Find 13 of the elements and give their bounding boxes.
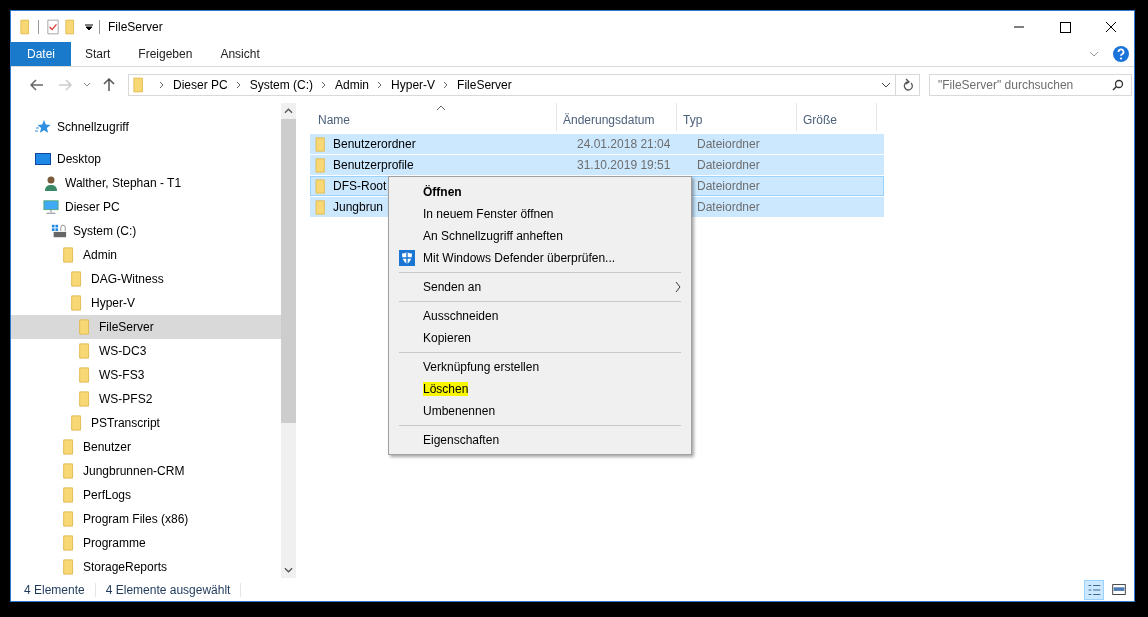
status-text: 4 Elemente (24, 582, 96, 597)
type-cell: Dateiordner (697, 200, 760, 214)
file-name: Benutzerordner (333, 137, 416, 151)
date-cell: 24.01.2018 21:04 (577, 137, 671, 151)
type-cell: Dateiordner (697, 158, 760, 172)
file-name: Benutzerprofile (333, 158, 414, 172)
type-cell: Dateiordner (697, 179, 760, 193)
status-text: 4 Elemente ausgewählt (105, 582, 242, 597)
window-title: FileServer (108, 19, 163, 34)
file-name: Jungbrun (333, 200, 384, 214)
file-name: DFS-Root (333, 179, 387, 193)
date-cell: 31.10.2019 19:51 (577, 158, 671, 172)
type-cell: Dateiordner (697, 137, 760, 151)
